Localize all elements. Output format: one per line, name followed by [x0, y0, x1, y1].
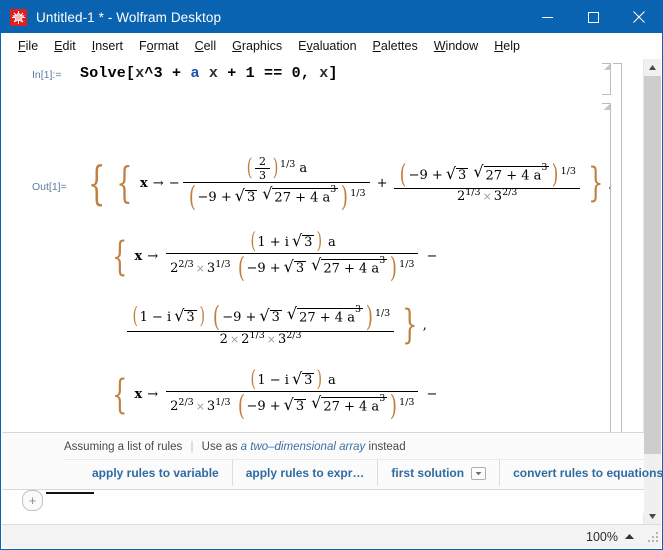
cell-group-bracket[interactable] — [613, 63, 622, 477]
output-solution-3-line-1[interactable]: { x → ( 1 − і √ 3 ) a 2 2/3 × 3 1/3 (−9… — [107, 369, 437, 420]
solution-3-minus: − — [426, 387, 438, 402]
apply-rules-to-variable-label: apply rules to variable — [92, 466, 219, 480]
output-solution-2-line-2[interactable]: ( 1 − і √ 3 ) ( −9 + √ 3 √ 27 + 4 a3 ) 1/3 2… — [124, 303, 427, 347]
title-bar: Untitled-1 * - Wolfram Desktop — [1, 1, 662, 33]
solution-3-variable: x — [134, 387, 143, 402]
suggestion-actions: apply rules to variable apply rules to e… — [64, 459, 663, 486]
solution-1-plus: + — [376, 175, 388, 191]
suggestion-assumption: Assuming a list of rules | Use as a two–… — [2, 433, 644, 459]
outer-open-brace: { — [87, 156, 106, 210]
assumption-separator: | — [190, 441, 194, 453]
use-as-prefix: Use as — [201, 441, 238, 453]
apply-rules-to-expr-button[interactable]: apply rules to expr… — [233, 460, 379, 486]
menu-item-palettes[interactable]: Palettes — [365, 36, 426, 56]
scrollbar-thumb[interactable] — [644, 76, 661, 454]
solution-2-term-2: ( 1 − і √ 3 ) ( −9 + √ 3 √ 27 + 4 a3 ) 1/3 2… — [127, 303, 395, 347]
notebook-scrollbar[interactable] — [643, 59, 661, 525]
minimize-button[interactable] — [524, 1, 570, 33]
solution-2-close-brace: } — [402, 302, 418, 348]
menu-item-window[interactable]: Window — [426, 36, 486, 56]
solution-2-minus: − — [426, 249, 438, 264]
solution-2-comma: , — [422, 317, 427, 333]
solution-1-term-2: ( −9 + √ 3 √ 27 + 4 a3 ) 1/3 2 1/3 × 3 2/3 — [394, 162, 580, 204]
solution-2-term-1: ( 1 + і √3 ) a 22/3×31/3 ( −9 + √3 — [166, 231, 419, 282]
solution-1-variable: x — [140, 175, 148, 191]
input-cell-code[interactable]: ,Solve[x^3 + a x + 1 == 0, x] — [80, 65, 338, 82]
zoom-level-label[interactable]: 100% — [586, 530, 618, 544]
suggestion-bar: Assuming a list of rules | Use as a two–… — [2, 432, 663, 489]
insert-cell-row[interactable]: + — [2, 489, 644, 513]
add-cell-label: + — [28, 493, 37, 508]
solution-2-arrow: → — [147, 249, 159, 264]
solution-2-variable: x — [134, 249, 143, 264]
menu-item-format[interactable]: Format — [131, 36, 187, 56]
zoom-caret-up-icon[interactable] — [624, 533, 635, 540]
apply-rules-to-expr-label: apply rules to expr… — [245, 466, 365, 480]
menu-item-evaluation[interactable]: Evaluation — [290, 36, 364, 56]
output-solution-2-line-1[interactable]: { x → ( 1 + і √ 3 ) a 2 2/3 × 3 1/3 (−9… — [107, 231, 437, 282]
use-as-suffix: instead — [368, 441, 406, 453]
status-bar: 100% — [2, 524, 661, 548]
add-cell-button[interactable]: + — [22, 490, 43, 511]
solution-1-leading-minus: − — [168, 175, 180, 191]
solution-3-open-brace: { — [112, 371, 128, 418]
chevron-down-icon[interactable] — [471, 466, 487, 480]
convert-rules-to-equations-label: convert rules to equations — [513, 466, 663, 480]
cell-insertion-caret — [46, 492, 94, 494]
close-button[interactable] — [616, 1, 662, 33]
menu-bar: File Edit Insert Format Cell Graphics Ev… — [1, 33, 662, 59]
first-solution-label: first solution — [391, 466, 465, 480]
menu-item-insert[interactable]: Insert — [84, 36, 131, 56]
solution-1-term-1: ( 23 ) 1/3 a ( −9 + √ 3 √ 27 + 4 a3) 1/… — [182, 155, 370, 211]
menu-item-graphics[interactable]: Graphics — [224, 36, 290, 56]
wolfram-spikey-icon — [10, 8, 27, 26]
convert-rules-to-equations-button[interactable]: convert rules to equations — [500, 460, 663, 486]
alternative-interpretation-link[interactable]: a two–dimensional array — [241, 441, 366, 453]
output-cell-label: Out[1]= — [32, 181, 67, 193]
menu-item-help[interactable]: Help — [486, 36, 528, 56]
solution-1-comma: , — [608, 175, 613, 191]
scroll-up-arrow-icon[interactable] — [644, 59, 661, 76]
input-cell-bracket[interactable] — [602, 63, 611, 95]
solution-3-term-1: ( 1 − і √3 ) a 22/3×31/3 ( −9 + √3 — [166, 369, 419, 420]
solution-3-arrow: → — [147, 387, 159, 402]
assumption-text: Assuming a list of rules — [64, 441, 183, 453]
scroll-down-arrow-icon[interactable] — [644, 508, 661, 525]
solution-2-open-brace: { — [112, 233, 128, 280]
input-cell-label: In[1]:= — [32, 69, 62, 81]
wolfram-desktop-window: Untitled-1 * - Wolfram Desktop File Edit… — [0, 0, 663, 550]
insert-row-divider — [2, 489, 644, 490]
first-solution-button[interactable]: first solution — [378, 460, 501, 486]
solution-1-close-brace: } — [587, 160, 604, 206]
output-solution-1[interactable]: { { x → − ( 23 ) 1/3 a (−9 + √ 3 √ 27 +… — [82, 155, 613, 211]
menu-item-file[interactable]: File — [10, 36, 46, 56]
maximize-button[interactable] — [570, 1, 616, 33]
solution-1-open-brace: { — [116, 158, 133, 207]
menu-item-edit[interactable]: Edit — [46, 36, 84, 56]
apply-rules-to-variable-button[interactable]: apply rules to variable — [64, 460, 233, 486]
menu-item-cell[interactable]: Cell — [187, 36, 225, 56]
window-controls — [524, 1, 662, 33]
solution-1-arrow: → — [152, 175, 164, 191]
resize-grip-icon[interactable] — [647, 531, 658, 542]
window-title: Untitled-1 * - Wolfram Desktop — [36, 9, 222, 25]
